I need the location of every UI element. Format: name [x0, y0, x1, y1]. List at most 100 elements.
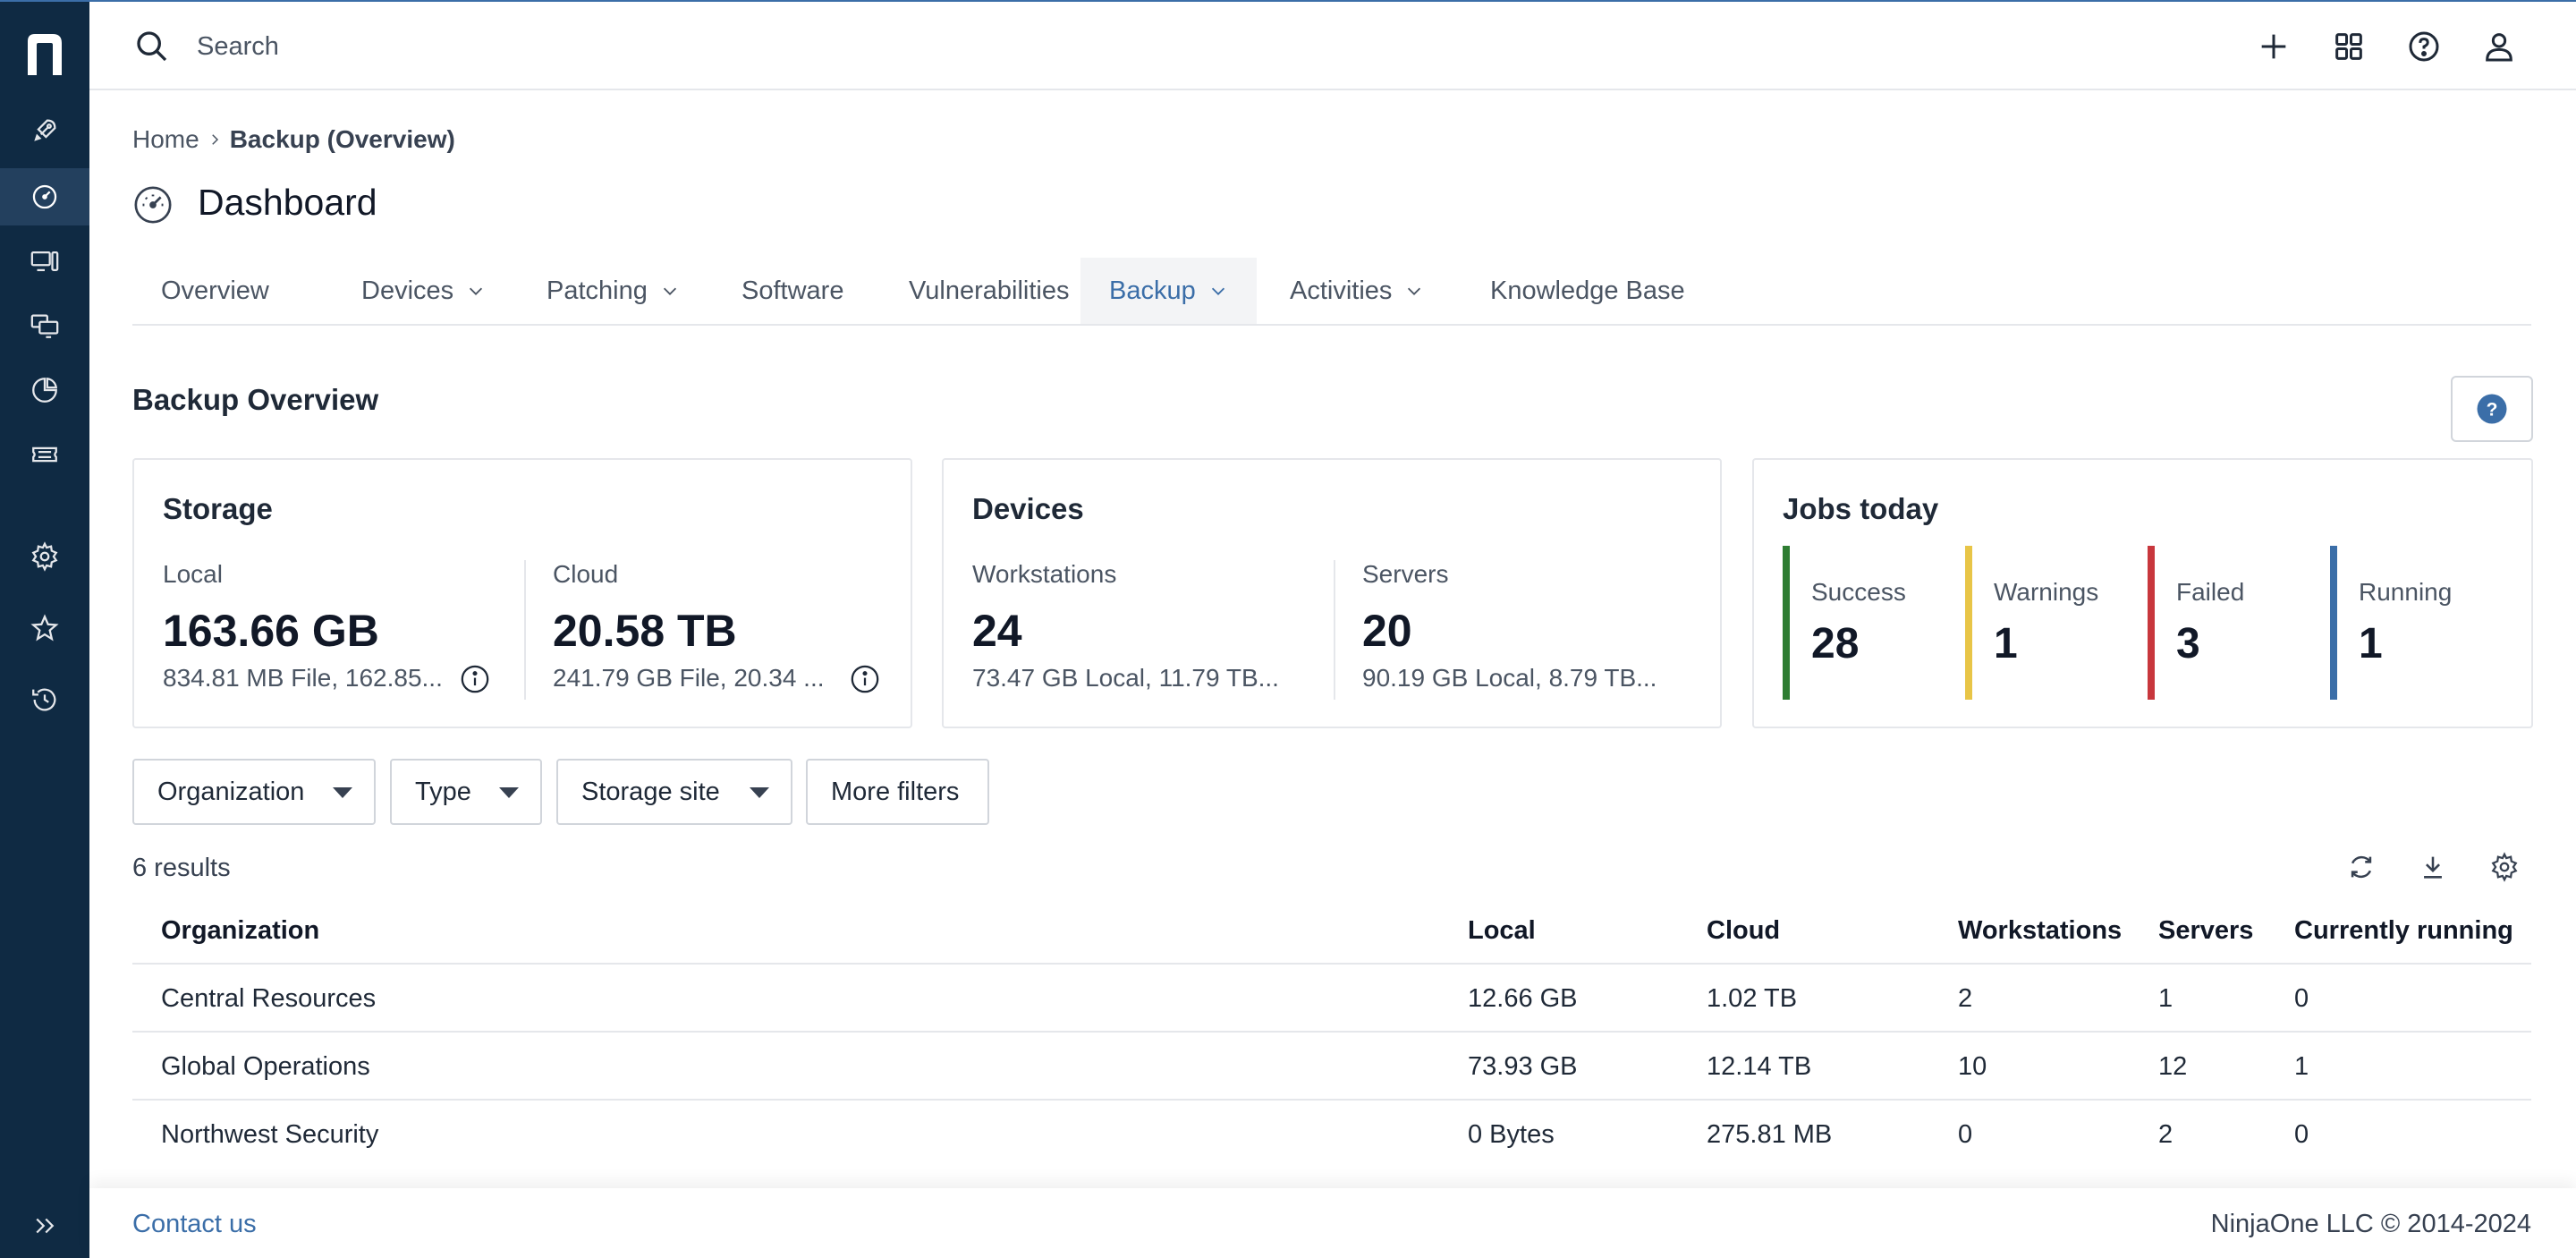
help-button[interactable] [2404, 27, 2444, 66]
sidebar-item-favorites[interactable] [0, 599, 89, 657]
gauge-icon [32, 184, 57, 209]
sidebar-item-remote[interactable] [0, 297, 89, 354]
chevron-right-icon [211, 134, 218, 145]
apps-button[interactable] [2329, 27, 2368, 66]
grid-icon [2335, 33, 2362, 60]
job-success-value: 28 [1811, 620, 1860, 667]
breadcrumb-current: Backup (Overview) [229, 125, 455, 153]
download-icon[interactable] [2418, 852, 2448, 882]
cell-cloud: 12.14 TB [1707, 1052, 1812, 1081]
storage-local-value: 163.66 GB [163, 606, 379, 656]
storage-cloud: Cloud 20.58 TB 241.79 GB File, 20.34 ... [553, 560, 825, 693]
cell-organization: Northwest Security [161, 1120, 379, 1149]
chevron-down-icon [1211, 287, 1224, 295]
job-running[interactable]: Running 1 [2330, 546, 2452, 700]
copyright: NinjaOne LLC © 2014-2024 [2210, 1210, 2531, 1238]
tab-label: Activities [1290, 276, 1393, 305]
type-filter[interactable]: Type [390, 759, 542, 825]
servers-value: 20 [1362, 606, 1412, 656]
job-warnings[interactable]: Warnings 1 [1965, 546, 2098, 700]
info-icon[interactable] [460, 664, 490, 694]
cell-workstations: 2 [1958, 984, 1973, 1013]
workstations-detail: 73.47 GB Local, 11.79 TB... [972, 664, 1279, 692]
cell-workstations: 10 [1958, 1052, 1987, 1081]
section-help-button[interactable]: ? [2451, 376, 2533, 442]
servers-label: Servers [1362, 560, 1449, 588]
sidebar [0, 0, 89, 1258]
tab-label: Overview [161, 276, 269, 305]
tab-patching[interactable]: Patching [518, 258, 708, 324]
table-row[interactable]: Northwest Security 0 Bytes 275.81 MB 0 2… [132, 1101, 2531, 1169]
add-button[interactable] [2254, 27, 2293, 66]
cell-running: 0 [2294, 1120, 2309, 1149]
cell-servers: 12 [2158, 1052, 2188, 1081]
tab-label: Vulnerabilities [909, 276, 1070, 305]
contact-us-link[interactable]: Contact us [132, 1210, 257, 1239]
more-filters-button[interactable]: More filters [806, 759, 989, 825]
monitors-icon [30, 314, 59, 338]
column-header-workstations[interactable]: Workstations [1958, 916, 2122, 946]
sidebar-item-devices[interactable] [0, 233, 89, 290]
storage-card-title: Storage [163, 492, 273, 525]
column-header-organization[interactable]: Organization [161, 916, 319, 946]
cell-running: 1 [2294, 1052, 2309, 1081]
tab-knowledge-base[interactable]: Knowledge Base [1462, 258, 1714, 324]
storage-site-filter[interactable]: Storage site [556, 759, 792, 825]
table-row[interactable]: Global Operations 73.93 GB 12.14 TB 10 1… [132, 1033, 2531, 1101]
double-chevron-right-icon [36, 1218, 55, 1234]
column-header-cloud[interactable]: Cloud [1707, 916, 1780, 946]
filter-label: More filters [831, 777, 960, 806]
breadcrumb-home[interactable]: Home [132, 125, 199, 154]
column-header-currently-running[interactable]: Currently running [2294, 916, 2513, 946]
breadcrumb: Home Backup (Overview) [132, 125, 455, 154]
devices-card: Devices Workstations 24 73.47 GB Local, … [942, 458, 1722, 728]
sidebar-item-history[interactable] [0, 671, 89, 728]
sidebar-item-dashboard[interactable] [0, 168, 89, 225]
job-failed[interactable]: Failed 3 [2148, 546, 2244, 700]
cell-servers: 2 [2158, 1120, 2174, 1149]
table-row[interactable]: Central Resources 12.66 GB 1.02 TB 2 1 0 [132, 965, 2531, 1033]
tab-activities[interactable]: Activities [1261, 258, 1453, 324]
cell-running: 0 [2294, 984, 2309, 1013]
tab-devices[interactable]: Devices [333, 258, 514, 324]
tab-backup[interactable]: Backup [1080, 258, 1257, 324]
gear-icon[interactable] [2489, 852, 2520, 882]
chevron-down-icon [1408, 287, 1421, 295]
organization-filter[interactable]: Organization [132, 759, 376, 825]
job-success[interactable]: Success 28 [1783, 546, 1906, 700]
jobs-card: Jobs today Success 28 Warnings 1 Failed … [1752, 458, 2533, 728]
section-title: Backup Overview [132, 383, 379, 416]
tab-software[interactable]: Software [713, 258, 872, 324]
storage-cloud-label: Cloud [553, 560, 619, 588]
tab-overview[interactable]: Overview [132, 258, 298, 324]
search-input[interactable] [197, 25, 733, 68]
ninjaone-logo[interactable] [22, 29, 67, 79]
cell-cloud: 275.81 MB [1707, 1120, 1833, 1149]
cell-local: 12.66 GB [1468, 984, 1578, 1013]
tab-vulnerabilities[interactable]: Vulnerabilities [880, 258, 1097, 324]
search-icon[interactable] [134, 29, 170, 64]
sidebar-item-reports[interactable] [0, 361, 89, 419]
storage-local: Local 163.66 GB 834.81 MB File, 162.85..… [163, 560, 443, 693]
sidebar-item-getting-started[interactable] [0, 102, 89, 159]
top-bar [89, 0, 2576, 90]
workstations-label: Workstations [972, 560, 1117, 588]
chevron-down-icon [663, 287, 676, 295]
expand-sidebar-button[interactable] [0, 1192, 89, 1258]
servers-detail: 90.19 GB Local, 8.79 TB... [1362, 664, 1657, 692]
workstations-value: 24 [972, 606, 1022, 656]
column-header-local[interactable]: Local [1468, 916, 1536, 946]
refresh-icon[interactable] [2346, 852, 2377, 882]
info-icon[interactable] [850, 664, 880, 694]
tab-label: Software [741, 276, 844, 305]
filter-label: Storage site [581, 777, 720, 806]
column-header-servers[interactable]: Servers [2158, 916, 2253, 946]
sidebar-item-ticketing[interactable] [0, 426, 89, 483]
job-failed-value: 3 [2176, 620, 2200, 667]
sidebar-item-settings[interactable] [0, 528, 89, 585]
devices-card-title: Devices [972, 492, 1084, 525]
job-warnings-value: 1 [1994, 620, 2018, 667]
gear-icon [31, 541, 58, 572]
job-warnings-label: Warnings [1994, 578, 2099, 606]
user-menu-button[interactable] [2479, 27, 2519, 66]
